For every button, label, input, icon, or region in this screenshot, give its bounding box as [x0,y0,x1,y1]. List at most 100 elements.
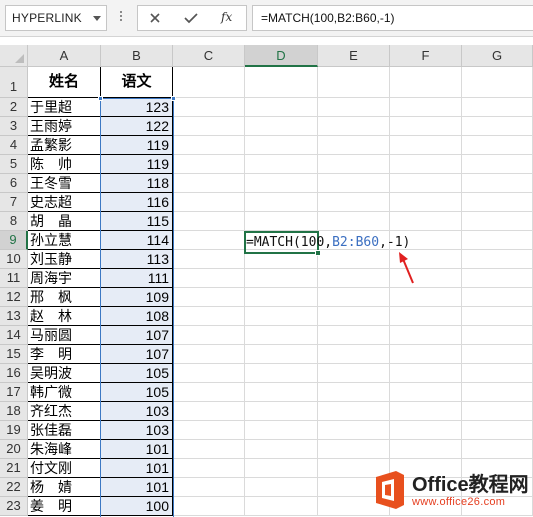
row-header[interactable]: 17 [0,383,28,402]
grid-cell[interactable] [390,67,462,98]
grid-cell[interactable] [173,288,245,307]
grid-cell[interactable] [245,326,318,345]
grid-cell[interactable] [318,326,390,345]
grid-cell[interactable] [318,67,390,98]
grid-cell[interactable] [173,402,245,421]
grid-cell[interactable] [318,98,390,117]
row-header[interactable]: 7 [0,193,28,212]
name-cell[interactable]: 张佳磊 [28,421,101,440]
column-header-b[interactable]: B [101,45,173,67]
name-cell[interactable]: 胡 晶 [28,212,101,231]
grid-cell[interactable] [173,326,245,345]
grid-cell[interactable] [462,174,533,193]
grid-cell[interactable] [245,421,318,440]
row-header[interactable]: 1 [0,67,28,98]
score-cell[interactable]: 105 [101,383,173,402]
grid-cell[interactable] [462,383,533,402]
grid-cell[interactable] [318,307,390,326]
score-cell[interactable]: 107 [101,345,173,364]
row-header[interactable]: 21 [0,459,28,478]
row-header[interactable]: 16 [0,364,28,383]
grid-cell[interactable] [245,212,318,231]
grid-cell[interactable] [462,440,533,459]
row-header[interactable]: 12 [0,288,28,307]
grid-cell[interactable] [173,231,245,250]
grid-cell[interactable] [318,136,390,155]
chevron-down-icon[interactable] [93,16,101,21]
score-cell[interactable]: 119 [101,136,173,155]
grid-cell[interactable] [245,459,318,478]
cancel-button[interactable] [138,6,172,30]
grid-cell[interactable] [462,117,533,136]
name-cell[interactable]: 周海宇 [28,269,101,288]
grid-cell[interactable] [318,117,390,136]
name-cell[interactable]: 陈 帅 [28,155,101,174]
grid-cell[interactable] [390,440,462,459]
name-cell[interactable]: 韩广微 [28,383,101,402]
grid-cell[interactable] [462,288,533,307]
name-cell[interactable]: 付文刚 [28,459,101,478]
grid-cell[interactable] [462,67,533,98]
row-header[interactable]: 18 [0,402,28,421]
grid-cell[interactable] [462,231,533,250]
grid-cell[interactable] [245,155,318,174]
name-cell[interactable]: 孙立慧 [28,231,101,250]
name-cell[interactable]: 王雨婷 [28,117,101,136]
formula-input[interactable]: =MATCH(100,B2:B60,-1) [252,5,533,31]
grid-cell[interactable] [318,440,390,459]
grid-cell[interactable] [318,383,390,402]
row-header[interactable]: 4 [0,136,28,155]
row-header[interactable]: 3 [0,117,28,136]
grid-cell[interactable] [245,402,318,421]
row-header[interactable]: 20 [0,440,28,459]
name-cell[interactable]: 朱海峰 [28,440,101,459]
grid-cell[interactable] [318,174,390,193]
cell-editor-d9[interactable]: =MATCH(100,B2:B60,-1) [246,235,410,250]
grid-cell[interactable] [390,421,462,440]
insert-function-button[interactable]: fx [210,6,244,30]
score-cell[interactable]: 113 [101,250,173,269]
column-header-e[interactable]: E [318,45,390,67]
grid-cell[interactable] [245,478,318,497]
name-cell[interactable]: 吴明波 [28,364,101,383]
grid-cell[interactable] [390,307,462,326]
grid-cell[interactable] [245,288,318,307]
grid-cell[interactable] [173,459,245,478]
grid-cell[interactable] [318,193,390,212]
name-cell[interactable]: 马丽圆 [28,326,101,345]
enter-button[interactable] [174,6,208,30]
name-cell[interactable]: 杨 婧 [28,478,101,497]
row-header[interactable]: 8 [0,212,28,231]
score-cell[interactable]: 103 [101,402,173,421]
grid-cell[interactable] [173,67,245,98]
row-header[interactable]: 11 [0,269,28,288]
grid-cell[interactable] [318,269,390,288]
grid-cell[interactable] [318,155,390,174]
grid-cell[interactable] [390,288,462,307]
score-cell[interactable]: 123 [101,98,173,117]
grid-cell[interactable] [173,212,245,231]
grid-cell[interactable] [462,155,533,174]
column-header-d[interactable]: D [245,45,318,67]
name-box[interactable]: HYPERLINK [5,5,107,31]
grid-cell[interactable] [462,345,533,364]
grid-cell[interactable] [318,212,390,231]
grid-cell[interactable] [173,136,245,155]
grid-cell[interactable] [245,345,318,364]
score-cell[interactable]: 103 [101,421,173,440]
column-header-a[interactable]: A [28,45,101,67]
fill-handle[interactable] [315,250,321,256]
grid-cell[interactable] [390,117,462,136]
grid-cell[interactable] [173,307,245,326]
header-cell-score[interactable]: 语文 [101,67,173,98]
score-cell[interactable]: 114 [101,231,173,250]
score-cell[interactable]: 101 [101,478,173,497]
grid-cell[interactable] [173,250,245,269]
name-cell[interactable]: 于里超 [28,98,101,117]
name-cell[interactable]: 姜 明 [28,497,101,516]
row-header[interactable]: 13 [0,307,28,326]
grid-cell[interactable] [173,478,245,497]
grid-cell[interactable] [173,98,245,117]
row-header[interactable]: 14 [0,326,28,345]
score-cell[interactable]: 100 [101,497,173,516]
